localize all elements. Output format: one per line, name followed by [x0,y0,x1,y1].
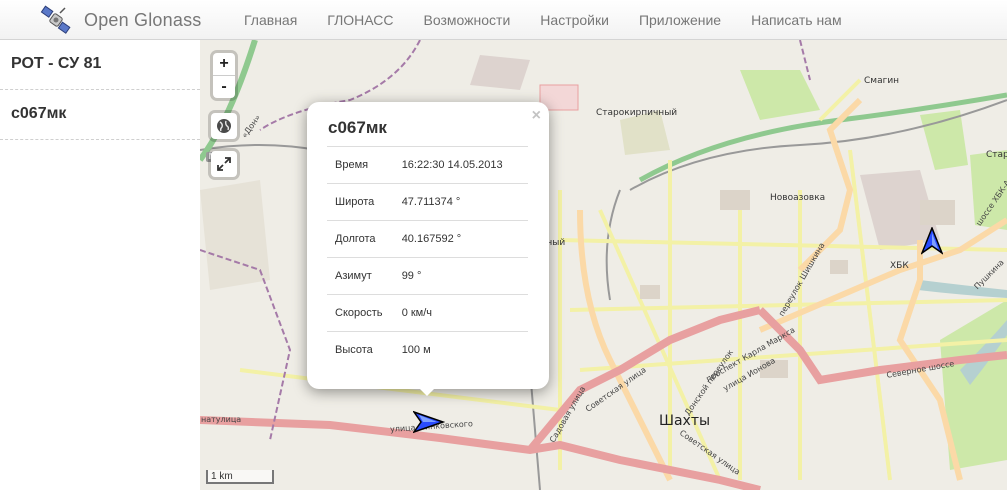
main-nav: Главная ГЛОНАСС Возможности Настройки Пр… [229,0,857,40]
row-value: 47.711374 ° [395,183,528,221]
map-label-star: Стар [986,150,1007,160]
nav-glonass[interactable]: ГЛОНАСС [312,0,408,40]
table-row: Время 16:22:30 14.05.2013 [327,146,528,184]
popup-tip [416,385,438,396]
row-label: Высота [327,331,396,368]
vehicle-marker-icon[interactable] [413,410,445,434]
nav-contact[interactable]: Написать нам [736,0,857,40]
popup-close-button[interactable]: × [532,107,541,125]
row-value: 99 ° [395,257,528,295]
layers-button[interactable] [211,113,237,139]
row-label: Азимут [327,257,396,295]
row-value: 100 м [395,331,528,368]
globe-icon [217,119,231,133]
expand-icon [217,157,231,171]
nav-app[interactable]: Приложение [624,0,736,40]
vehicle-info-popup: × с067мк Время 16:22:30 14.05.2013 Широт… [307,102,549,389]
zoom-in-button[interactable]: + [213,53,235,76]
table-row: Широта 47.711374 ° [327,183,528,221]
row-label: Долгота [327,220,396,258]
map-scale-bar: 1 km [206,470,274,484]
nav-features[interactable]: Возможности [409,0,526,40]
map-label-hbk: ХБК [890,261,909,271]
nav-home[interactable]: Главная [229,0,312,40]
table-row: Скорость 0 км/ч [327,294,528,332]
vehicle-marker-icon[interactable] [921,227,943,255]
fullscreen-button[interactable] [211,151,237,177]
row-value: 0 км/ч [395,294,528,332]
map-label-novoazovka: Новоазовка [770,193,826,203]
zoom-out-button[interactable]: - [213,76,235,98]
zoom-control: + - [213,53,235,98]
row-label: Время [327,146,396,184]
brand[interactable]: Open Glonass [40,4,201,36]
table-row: Азимут 99 ° [327,257,528,295]
vehicle-item[interactable]: с067мк [0,90,200,140]
row-value: 40.167592 ° [395,220,528,258]
map-label-shakhty: Шахты [659,413,711,429]
map-label-smagin: Смагин [864,76,900,86]
vehicle-item[interactable]: РОТ - СУ 81 [0,40,200,90]
row-label: Скорость [327,294,396,332]
nav-settings[interactable]: Настройки [525,0,624,40]
table-row: Высота 100 м [327,331,528,368]
satellite-icon [40,5,71,34]
top-navbar: Open Glonass Главная ГЛОНАСС Возможности… [0,0,1007,40]
brand-name: Open Glonass [84,9,202,30]
vehicle-info-table: Время 16:22:30 14.05.2013 Широта 47.7113… [327,146,528,368]
map-label-street-nat: натулица [201,415,242,424]
row-value: 16:22:30 14.05.2013 [395,146,528,184]
map-label-starokirpichny: Старокирпичный [596,108,678,118]
popup-title: с067мк [328,118,387,137]
vehicle-sidebar: РОТ - СУ 81 с067мк [0,40,200,490]
table-row: Долгота 40.167592 ° [327,220,528,258]
row-label: Широта [327,183,396,221]
map-view[interactable]: Смагин Старокирпичный Новоазовка ХБК Ста… [200,40,1007,490]
